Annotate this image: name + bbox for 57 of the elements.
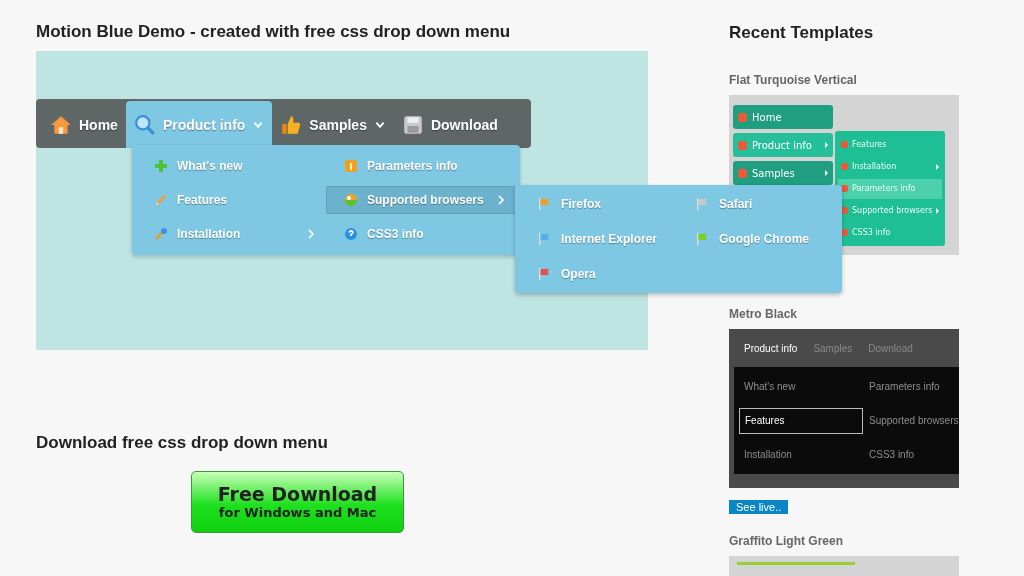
pencil-icon — [154, 193, 168, 207]
page-title: Motion Blue Demo - created with free css drop down menu — [36, 22, 512, 42]
download-heading: Download free css drop down menu — [36, 433, 329, 453]
flag-icon — [537, 267, 551, 281]
wrench-icon — [154, 227, 168, 241]
menu-item[interactable]: Installation — [739, 441, 863, 468]
menu-icon — [841, 229, 848, 236]
dropdown-item[interactable]: CSS3 info — [326, 220, 516, 248]
submenu-item[interactable]: Internet Explorer — [537, 221, 695, 257]
menu-item[interactable]: What's new — [739, 373, 863, 400]
tab[interactable]: Product info — [744, 343, 798, 367]
flag-icon — [695, 232, 709, 246]
see-live-button[interactable]: See live.. — [729, 500, 789, 514]
submenu-item[interactable]: Installation — [838, 156, 942, 177]
menu-item[interactable]: Product info — [733, 133, 833, 157]
bar-chart-icon — [344, 159, 358, 173]
dropdown-item[interactable]: What's new — [136, 152, 326, 180]
menu-item[interactable]: Samples — [733, 161, 833, 185]
flag-icon — [537, 197, 551, 211]
dropdown-item[interactable]: Parameters info — [326, 152, 516, 180]
menu-item[interactable]: Product info — [125, 101, 273, 148]
menu-item[interactable]: Parameters info — [869, 373, 964, 400]
ball-icon — [344, 193, 358, 207]
submenu-item[interactable]: Features — [838, 134, 942, 155]
menu-item[interactable]: Home — [733, 105, 833, 129]
menu-icon — [841, 141, 848, 148]
menu-icon — [841, 207, 848, 214]
plus-icon — [154, 159, 168, 173]
flag-icon — [695, 197, 709, 211]
template-name: Graffito Light Green — [729, 534, 844, 548]
menu-item[interactable]: Samples — [272, 101, 394, 148]
thumbs-up-icon — [280, 113, 303, 136]
menu-item[interactable]: Supported browsers — [869, 407, 964, 434]
menu-icon — [841, 185, 848, 192]
help-icon — [344, 227, 358, 241]
tab[interactable]: Samples — [813, 343, 853, 367]
dropdown-item[interactable]: Features — [136, 186, 326, 214]
download-button[interactable]: Free Download for Windows and Mac — [191, 471, 404, 533]
sidebar-heading: Recent Templates — [729, 23, 875, 43]
menu-item[interactable]: Features — [739, 407, 863, 434]
menu-icon — [738, 168, 747, 178]
template-name: Metro Black — [729, 307, 799, 321]
tab[interactable]: Download — [868, 343, 913, 367]
submenu-item[interactable]: Opera — [537, 256, 695, 292]
menu-icon — [738, 112, 747, 122]
menu-item[interactable]: CSS3 info — [869, 441, 964, 468]
submenu-item[interactable]: Firefox — [537, 186, 695, 222]
search-icon — [133, 113, 156, 136]
menu-icon — [841, 163, 848, 170]
dropdown-item[interactable]: Supported browsers — [326, 186, 516, 214]
dropdown-item[interactable]: Installation — [136, 220, 326, 248]
menu-item[interactable]: Home — [42, 101, 126, 148]
template-name: Flat Turquoise Vertical — [729, 73, 858, 87]
menu-item[interactable]: Download — [393, 101, 506, 148]
menu-icon — [738, 140, 747, 150]
flag-icon — [537, 232, 551, 246]
submenu-item[interactable]: Parameters info — [838, 178, 942, 199]
